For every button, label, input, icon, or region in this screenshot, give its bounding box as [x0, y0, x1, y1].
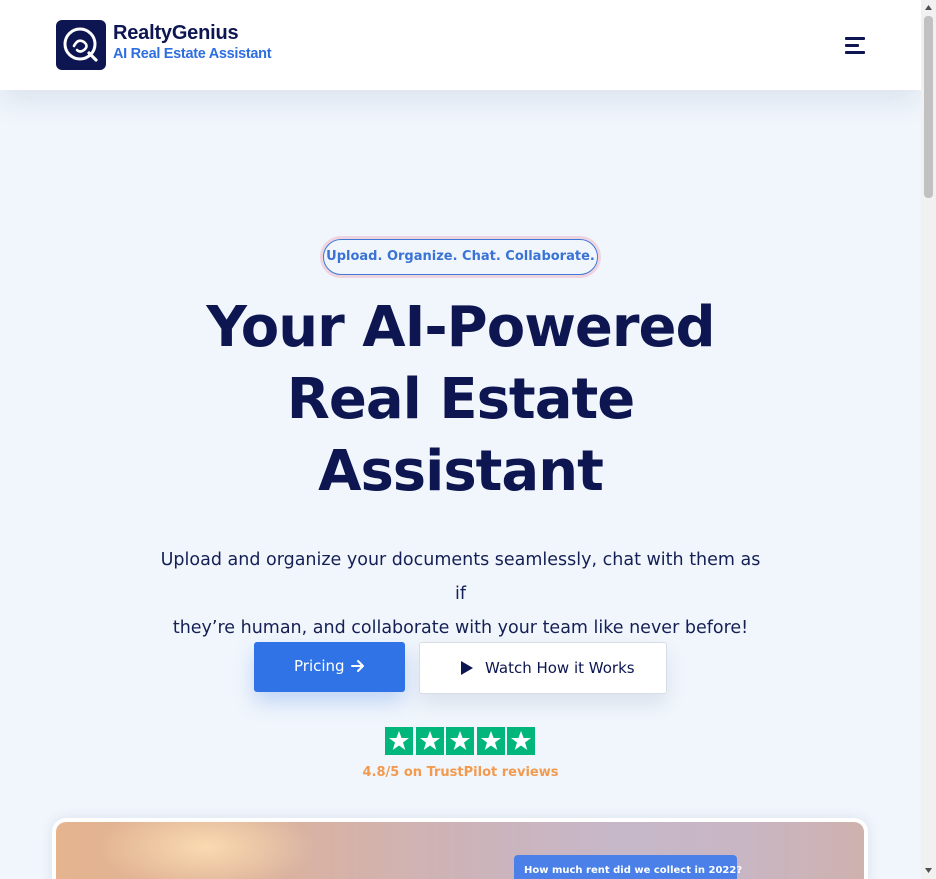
- watch-video-button[interactable]: Watch How it Works: [419, 642, 667, 694]
- watch-video-label: Watch How it Works: [485, 659, 635, 677]
- chat-question-bubble: How much rent did we collect in 2022?: [514, 855, 742, 879]
- trustpilot-rating-link[interactable]: 4.8/5 on TrustPilot reviews: [330, 765, 591, 780]
- logo-icon[interactable]: [56, 20, 106, 70]
- feature-pill: Upload. Organize. Chat. Collaborate.: [323, 239, 598, 275]
- trustpilot-stars: [385, 727, 535, 755]
- hero-headline: Your AI-Powered Real Estate Assistant: [170, 292, 751, 508]
- brand-tagline: AI Real Estate Assistant: [113, 46, 272, 62]
- scroll-up-arrow-icon[interactable]: [924, 4, 933, 12]
- sunset-glow: [96, 822, 316, 879]
- scroll-down-arrow-icon[interactable]: [924, 866, 933, 874]
- pricing-button-label: Pricing: [294, 657, 345, 675]
- star-icon: [415, 727, 444, 755]
- star-icon: [476, 727, 505, 755]
- scrollbar-thumb[interactable]: [924, 16, 933, 198]
- hamburger-menu-icon[interactable]: [842, 34, 868, 56]
- star-icon: [446, 727, 474, 755]
- vertical-scrollbar[interactable]: [921, 0, 936, 879]
- headline-line: Real Estate: [286, 367, 635, 432]
- arrow-right-icon: [351, 660, 364, 672]
- star-icon: [507, 727, 535, 755]
- play-icon: [461, 661, 473, 675]
- headline-line: Your AI-Powered: [206, 295, 715, 360]
- subtext-line: Upload and organize your documents seaml…: [160, 550, 761, 604]
- hero-subtext: Upload and organize your documents seaml…: [160, 543, 761, 645]
- page: RealtyGenius AI Real Estate Assistant Up…: [0, 0, 921, 879]
- product-preview-image: How much rent did we collect in 2022?: [56, 822, 864, 879]
- subtext-line: they’re human, and collaborate with your…: [172, 618, 749, 638]
- brand-name[interactable]: RealtyGenius: [113, 22, 239, 45]
- headline-line: Assistant: [318, 439, 604, 504]
- star-icon: [385, 727, 413, 755]
- site-header: RealtyGenius AI Real Estate Assistant: [0, 0, 921, 90]
- pricing-button[interactable]: Pricing: [254, 642, 405, 692]
